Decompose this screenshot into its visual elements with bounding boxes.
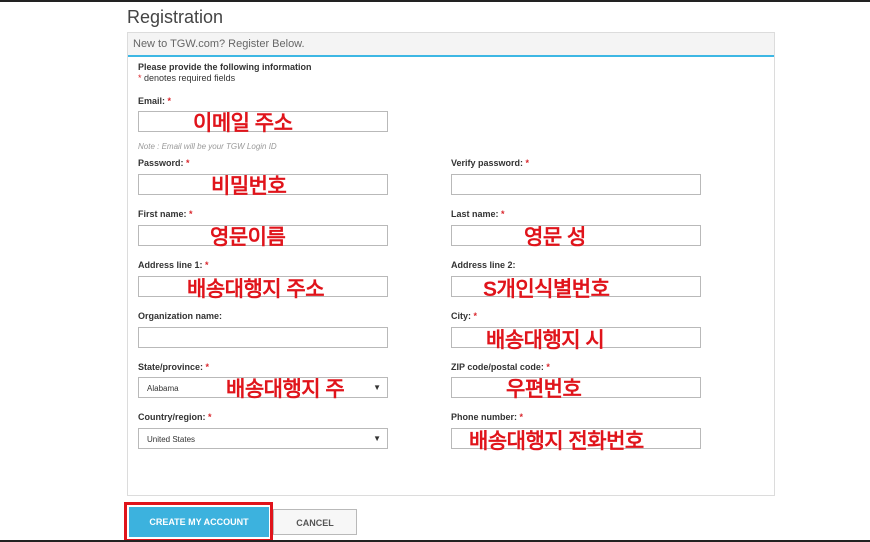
state-selected-value: Alabama bbox=[147, 384, 179, 393]
page-title: Registration bbox=[127, 7, 224, 27]
annotation-address1: 배송대행지 주소 bbox=[187, 278, 325, 301]
last-name-label-text: Last name: bbox=[451, 209, 499, 219]
city-label: City: * bbox=[451, 311, 477, 321]
annotation-last-name: 영문 성 bbox=[524, 226, 586, 249]
intro-heading: Please provide the following information bbox=[138, 62, 312, 72]
annotation-city: 배송대행지 시 bbox=[486, 329, 605, 352]
password-label: Password: * bbox=[138, 158, 190, 168]
verify-password-label-text: Verify password: bbox=[451, 158, 524, 168]
required-note-text: denotes required fields bbox=[141, 73, 236, 83]
country-label-text: Country/region: bbox=[138, 412, 206, 422]
email-label: Email: * bbox=[138, 96, 171, 106]
first-name-required-mark: * bbox=[189, 209, 193, 219]
country-selected-value: United States bbox=[147, 435, 196, 444]
city-required-mark: * bbox=[473, 311, 478, 321]
annotation-phone: 배송대행지 전화번호 bbox=[469, 430, 644, 453]
organization-field[interactable] bbox=[138, 327, 388, 348]
panel-header: New to TGW.com? Register Below. bbox=[128, 33, 774, 57]
state-label-text: State/province: bbox=[138, 362, 204, 372]
organization-label: Organization name: bbox=[138, 311, 223, 321]
highlight-box bbox=[124, 502, 273, 542]
phone-label: Phone number: * bbox=[451, 412, 523, 422]
annotation-address2: S개인식별번호 bbox=[483, 278, 610, 301]
form-intro: Please provide the following information… bbox=[138, 62, 312, 84]
annotation-state: 배송대행지 주 bbox=[226, 378, 345, 401]
email-label-text: Email: bbox=[138, 96, 166, 106]
address-line1-required-mark: * bbox=[205, 260, 209, 270]
annotation-first-name: 영문이름 bbox=[210, 226, 286, 249]
state-label: State/province: * bbox=[138, 362, 209, 372]
zip-label: ZIP code/postal code: * bbox=[451, 362, 550, 372]
address-line2-label: Address line 2: bbox=[451, 260, 516, 270]
zip-required-mark: * bbox=[546, 362, 550, 372]
password-label-text: Password: bbox=[138, 158, 184, 168]
address-line1-label-text: Address line 1: bbox=[138, 260, 203, 270]
panel-header-text: New to TGW.com? Register Below. bbox=[133, 38, 305, 50]
top-border bbox=[0, 0, 870, 2]
annotation-zip: 우편번호 bbox=[506, 378, 582, 401]
cancel-button[interactable]: CANCEL bbox=[273, 509, 357, 535]
email-note: Note : Email will be your TGW Login ID bbox=[138, 142, 277, 151]
chevron-down-icon: ▼ bbox=[373, 434, 381, 443]
zip-label-text: ZIP code/postal code: bbox=[451, 362, 544, 372]
required-note: * denotes required fields bbox=[138, 73, 312, 84]
first-name-label-text: First name: bbox=[138, 209, 187, 219]
annotation-password: 비밀번호 bbox=[211, 175, 287, 198]
city-label-text: City: bbox=[451, 311, 471, 321]
phone-required-mark: * bbox=[519, 412, 524, 422]
email-required-mark: * bbox=[167, 96, 172, 106]
state-required-mark: * bbox=[205, 362, 210, 372]
country-select[interactable]: United States ▼ bbox=[138, 428, 388, 449]
phone-label-text: Phone number: bbox=[451, 412, 518, 422]
verify-password-required-mark: * bbox=[525, 158, 530, 168]
annotation-email: 이메일 주소 bbox=[193, 112, 293, 135]
verify-password-label: Verify password: * bbox=[451, 158, 529, 168]
country-required-mark: * bbox=[208, 412, 212, 422]
password-required-mark: * bbox=[186, 158, 190, 168]
last-name-required-mark: * bbox=[501, 209, 505, 219]
chevron-down-icon: ▼ bbox=[373, 383, 381, 392]
last-name-label: Last name: * bbox=[451, 209, 505, 219]
verify-password-field[interactable] bbox=[451, 174, 701, 195]
first-name-label: First name: * bbox=[138, 209, 193, 219]
country-label: Country/region: * bbox=[138, 412, 212, 422]
address-line1-label: Address line 1: * bbox=[138, 260, 209, 270]
